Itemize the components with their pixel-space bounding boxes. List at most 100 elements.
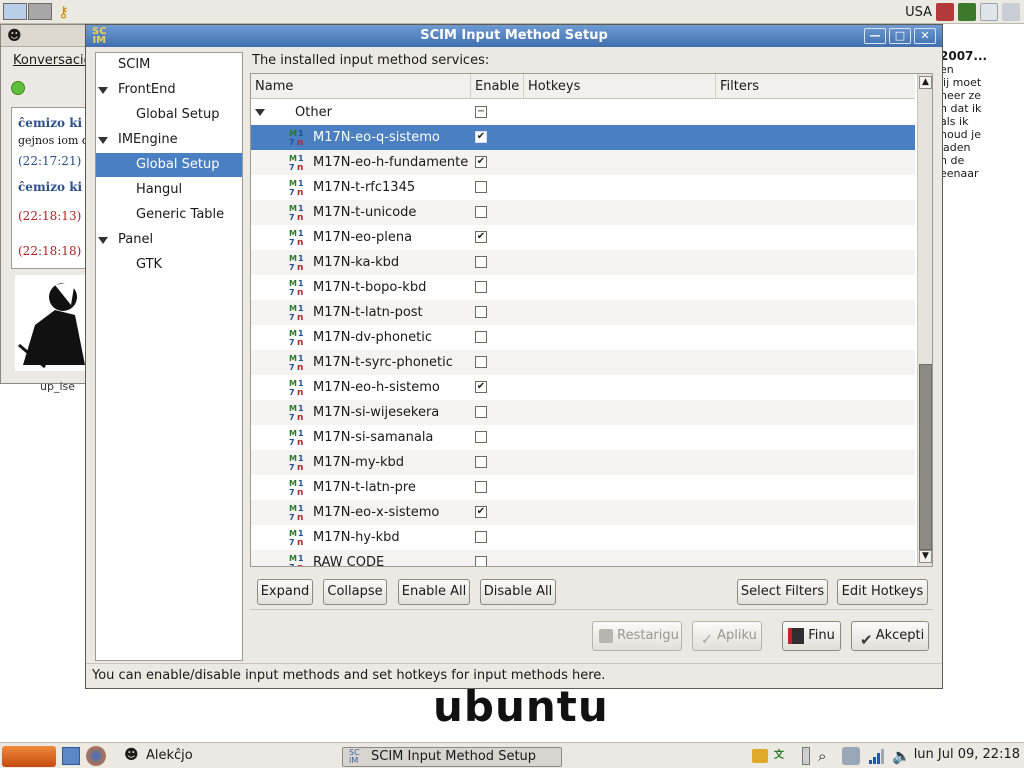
taskbar-item-scim[interactable]: SC IM SCIM Input Method Setup bbox=[342, 747, 562, 767]
tree-item[interactable]: Global Setup bbox=[96, 153, 242, 177]
enable-checkbox[interactable] bbox=[475, 306, 487, 318]
table-row[interactable]: M 1 7 n M17N-eo-h-fundamente ✔ bbox=[251, 150, 915, 175]
table-row[interactable]: M 1 7 n M17N-dv-phonetic bbox=[251, 325, 915, 350]
expand-button[interactable]: Expand bbox=[257, 579, 313, 605]
keys-icon[interactable]: ⚷ bbox=[58, 3, 82, 21]
table-row[interactable]: M 1 7 n M17N-t-syrc-phonetic bbox=[251, 350, 915, 375]
notes-icon[interactable] bbox=[980, 3, 998, 21]
table-row[interactable]: M 1 7 n M17N-ka-kbd bbox=[251, 250, 915, 275]
tree-item[interactable]: IMEngine bbox=[96, 128, 242, 152]
enable-checkbox[interactable] bbox=[475, 431, 487, 443]
tree-item[interactable]: Generic Table bbox=[96, 203, 242, 227]
enable-checkbox[interactable] bbox=[475, 456, 487, 468]
clock[interactable]: lun Jul 09, 22:18 bbox=[914, 747, 1020, 762]
column-header-filters[interactable]: Filters bbox=[716, 74, 915, 99]
ubuntu-menu-icon[interactable] bbox=[2, 746, 56, 767]
close-window-button[interactable]: ✕ bbox=[914, 28, 936, 44]
user-label[interactable]: Alekĉjo bbox=[146, 748, 193, 763]
tree-item[interactable]: Hangul bbox=[96, 178, 242, 202]
collapse-button[interactable]: Collapse bbox=[323, 579, 387, 605]
workspace-2-switcher[interactable] bbox=[28, 3, 52, 20]
expander-icon[interactable] bbox=[98, 237, 108, 244]
expander-icon[interactable] bbox=[98, 87, 108, 94]
enable-checkbox[interactable] bbox=[475, 181, 487, 193]
column-header-name[interactable]: Name bbox=[251, 74, 471, 99]
enable-checkbox[interactable] bbox=[475, 331, 487, 343]
reset-button[interactable]: Restarigu bbox=[592, 621, 682, 651]
enable-checkbox[interactable] bbox=[475, 481, 487, 493]
network-icon[interactable] bbox=[842, 747, 860, 765]
column-header-hotkeys[interactable]: Hotkeys bbox=[524, 74, 716, 99]
scim-tray-icon[interactable]: 文 bbox=[774, 749, 792, 763]
enable-checkbox[interactable]: ✔ bbox=[475, 156, 487, 168]
table-row[interactable]: M 1 7 n M17N-eo-q-sistemo ✔ bbox=[251, 125, 915, 150]
table-row[interactable]: M 1 7 n M17N-si-samanala bbox=[251, 425, 915, 450]
tree-item[interactable]: FrontEnd bbox=[96, 78, 242, 102]
table-row[interactable]: M 1 7 n M17N-hy-kbd bbox=[251, 525, 915, 550]
volume-icon[interactable]: 🔈 bbox=[892, 747, 911, 765]
group-row[interactable]: Other − bbox=[251, 100, 915, 125]
exit-icon bbox=[788, 628, 804, 644]
chat-tray-icon[interactable] bbox=[752, 749, 768, 763]
table-row[interactable]: M 1 7 n M17N-eo-h-sistemo ✔ bbox=[251, 375, 915, 400]
minimize-button[interactable]: — bbox=[864, 28, 886, 44]
scroll-down-button[interactable]: ▼ bbox=[919, 550, 932, 563]
enable-checkbox[interactable] bbox=[475, 406, 487, 418]
bg-line: neer ze bbox=[940, 89, 982, 102]
disable-all-button[interactable]: Disable All bbox=[480, 579, 556, 605]
enable-checkbox[interactable] bbox=[475, 281, 487, 293]
tree-item[interactable]: SCIM bbox=[96, 53, 242, 77]
table-row[interactable]: M 1 7 n M17N-t-latn-post bbox=[251, 300, 915, 325]
tree-item[interactable]: Global Setup bbox=[96, 103, 242, 127]
enable-checkbox[interactable] bbox=[475, 556, 487, 566]
table-row[interactable]: M 1 7 n M17N-t-rfc1345 bbox=[251, 175, 915, 200]
table-row[interactable]: M 1 7 n M17N-my-kbd bbox=[251, 450, 915, 475]
table-row[interactable]: M 1 7 n M17N-eo-plena ✔ bbox=[251, 225, 915, 250]
vertical-scrollbar[interactable]: ▲ ▼ bbox=[917, 74, 932, 566]
enable-checkbox[interactable]: ✔ bbox=[475, 381, 487, 393]
battery-icon[interactable] bbox=[802, 747, 810, 765]
enable-checkbox[interactable]: ✔ bbox=[475, 506, 487, 518]
firefox-icon[interactable] bbox=[86, 746, 106, 766]
logout-icon[interactable] bbox=[936, 3, 954, 21]
enable-checkbox[interactable]: ✔ bbox=[475, 231, 487, 243]
enable-checkbox[interactable] bbox=[475, 531, 487, 543]
group-enable-checkbox[interactable]: − bbox=[475, 106, 487, 118]
svg-text:n: n bbox=[297, 513, 303, 521]
show-desktop-icon[interactable] bbox=[62, 747, 80, 765]
scroll-thumb[interactable] bbox=[919, 364, 932, 550]
table-row[interactable]: M 1 7 n M17N-t-latn-pre bbox=[251, 475, 915, 500]
table-row[interactable]: M17n RAW CODE bbox=[251, 550, 915, 566]
expander-icon[interactable] bbox=[255, 109, 265, 116]
svg-text:7: 7 bbox=[289, 163, 295, 171]
workspace-1-switcher[interactable] bbox=[3, 3, 27, 20]
paper-icon[interactable] bbox=[1002, 3, 1020, 21]
search-icon[interactable]: ⌕ bbox=[818, 747, 826, 765]
table-row[interactable]: M 1 7 n M17N-eo-x-sistemo ✔ bbox=[251, 500, 915, 525]
scroll-up-button[interactable]: ▲ bbox=[919, 76, 932, 89]
select-filters-button[interactable]: Select Filters bbox=[737, 579, 828, 605]
tree-item-label: Hangul bbox=[136, 182, 183, 197]
expander-icon[interactable] bbox=[98, 137, 108, 144]
enable-checkbox[interactable] bbox=[475, 256, 487, 268]
enable-checkbox[interactable] bbox=[475, 206, 487, 218]
tree-item[interactable]: GTK bbox=[96, 253, 242, 277]
column-header-enable[interactable]: Enable bbox=[471, 74, 524, 99]
chat-menu[interactable]: Konversacio bbox=[13, 53, 92, 68]
enable-all-button[interactable]: Enable All bbox=[398, 579, 470, 605]
maximize-button[interactable]: □ bbox=[889, 28, 911, 44]
signal-icon[interactable] bbox=[868, 747, 886, 765]
table-row[interactable]: M 1 7 n M17N-t-unicode bbox=[251, 200, 915, 225]
edit-hotkeys-button[interactable]: Edit Hotkeys bbox=[837, 579, 928, 605]
dialog-titlebar[interactable]: SC IM SCIM Input Method Setup — □ ✕ bbox=[86, 25, 942, 47]
tree-item[interactable]: Panel bbox=[96, 228, 242, 252]
enable-checkbox[interactable] bbox=[475, 356, 487, 368]
enable-checkbox[interactable]: ✔ bbox=[475, 131, 487, 143]
table-row[interactable]: M 1 7 n M17N-t-bopo-kbd bbox=[251, 275, 915, 300]
keyboard-layout-label[interactable]: USA bbox=[905, 5, 932, 20]
ok-button[interactable]: ✔ Akcepti bbox=[851, 621, 929, 651]
apply-button[interactable]: ✓ Apliku bbox=[692, 621, 762, 651]
table-row[interactable]: M 1 7 n M17N-si-wijesekera bbox=[251, 400, 915, 425]
system-monitor-icon[interactable] bbox=[958, 3, 976, 21]
close-button[interactable]: Finu bbox=[782, 621, 841, 651]
